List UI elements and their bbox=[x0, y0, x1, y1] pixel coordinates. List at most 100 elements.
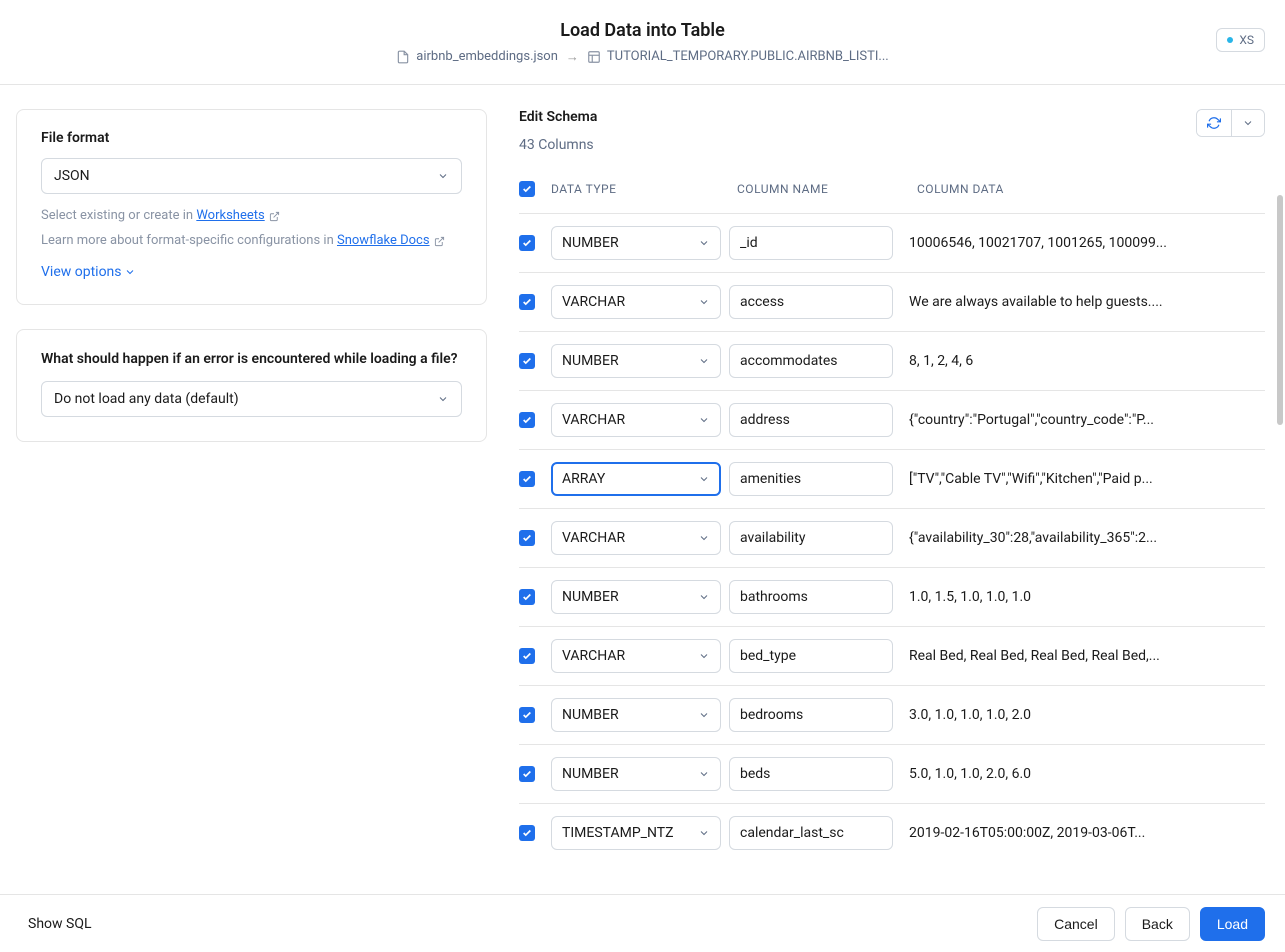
column-data-preview: {"country":"Portugal","country_code":"P.… bbox=[901, 412, 1265, 428]
breadcrumb-target: TUTORIAL_TEMPORARY.PUBLIC.AIRBNB_LISTI..… bbox=[587, 49, 889, 64]
chevron-down-icon bbox=[698, 296, 710, 308]
data-type-value: VARCHAR bbox=[562, 530, 625, 546]
dialog-header: Load Data into Table airbnb_embeddings.j… bbox=[0, 0, 1285, 85]
column-name-input[interactable]: calendar_last_sc bbox=[729, 816, 893, 850]
view-options-toggle[interactable]: View options bbox=[41, 264, 136, 280]
footer-buttons: Cancel Back Load bbox=[1037, 907, 1265, 941]
column-data-preview: We are always available to help guests..… bbox=[901, 294, 1265, 310]
main-content: File format JSON Select existing or crea… bbox=[0, 85, 1285, 894]
data-type-value: ARRAY bbox=[562, 471, 605, 487]
file-format-select[interactable]: JSON bbox=[41, 158, 462, 194]
column-data-preview: 5.0, 1.0, 1.0, 2.0, 6.0 bbox=[901, 766, 1265, 782]
file-format-title: File format bbox=[41, 130, 462, 146]
data-type-select[interactable]: NUMBER bbox=[551, 344, 721, 378]
error-option-value: Do not load any data (default) bbox=[54, 391, 239, 407]
edit-schema-title: Edit Schema bbox=[519, 109, 597, 125]
column-data-preview: {"availability_30":28,"availability_365"… bbox=[901, 530, 1265, 546]
column-name-input[interactable]: accommodates bbox=[729, 344, 893, 378]
row-checkbox[interactable] bbox=[519, 648, 535, 664]
schema-row: VARCHARbed_typeReal Bed, Real Bed, Real … bbox=[519, 626, 1265, 685]
row-checkbox[interactable] bbox=[519, 412, 535, 428]
check-icon bbox=[522, 710, 532, 720]
helper-docs: Learn more about format-specific configu… bbox=[41, 231, 462, 252]
data-type-value: VARCHAR bbox=[562, 412, 625, 428]
column-data-preview: ["TV","Cable TV","Wifi","Kitchen","Paid … bbox=[901, 471, 1265, 487]
column-data-preview: 1.0, 1.5, 1.0, 1.0, 1.0 bbox=[901, 589, 1265, 605]
refresh-icon bbox=[1207, 116, 1221, 130]
warehouse-badge[interactable]: XS bbox=[1216, 28, 1265, 52]
column-name-input[interactable]: amenities bbox=[729, 462, 893, 496]
column-name-input[interactable]: access bbox=[729, 285, 893, 319]
column-name-input[interactable]: availability bbox=[729, 521, 893, 555]
row-checkbox[interactable] bbox=[519, 530, 535, 546]
breadcrumb-target-label: TUTORIAL_TEMPORARY.PUBLIC.AIRBNB_LISTI..… bbox=[607, 49, 889, 64]
data-type-select[interactable]: VARCHAR bbox=[551, 639, 721, 673]
check-icon bbox=[522, 651, 532, 661]
data-type-select[interactable]: VARCHAR bbox=[551, 521, 721, 555]
row-checkbox[interactable] bbox=[519, 294, 535, 310]
external-link-icon bbox=[269, 211, 280, 222]
data-type-select[interactable]: ARRAY bbox=[551, 462, 721, 496]
data-type-select[interactable]: NUMBER bbox=[551, 698, 721, 732]
data-type-value: NUMBER bbox=[562, 766, 619, 782]
data-type-select[interactable]: NUMBER bbox=[551, 226, 721, 260]
column-data-preview: 8, 1, 2, 4, 6 bbox=[901, 353, 1265, 369]
more-actions-button[interactable] bbox=[1231, 110, 1264, 136]
data-type-select[interactable]: VARCHAR bbox=[551, 285, 721, 319]
snowflake-docs-link[interactable]: Snowflake Docs bbox=[337, 231, 430, 252]
schema-row: NUMBER beds 5.0, 1.0, 1.0, 2.0, 6.0 bbox=[519, 744, 1265, 803]
row-checkbox[interactable] bbox=[519, 766, 535, 782]
schema-actions bbox=[1196, 109, 1265, 137]
check-icon bbox=[522, 356, 532, 366]
show-sql-link[interactable]: Show SQL bbox=[28, 916, 92, 932]
load-button[interactable]: Load bbox=[1200, 907, 1265, 941]
data-type-select[interactable]: VARCHAR bbox=[551, 403, 721, 437]
data-type-select[interactable]: TIMESTAMP_NTZ bbox=[551, 816, 721, 850]
row-checkbox[interactable] bbox=[519, 589, 535, 605]
breadcrumb: airbnb_embeddings.json → TUTORIAL_TEMPOR… bbox=[396, 49, 888, 65]
data-type-select[interactable]: NUMBER bbox=[551, 757, 721, 791]
column-name-input[interactable]: bathrooms bbox=[729, 580, 893, 614]
select-all-checkbox[interactable] bbox=[519, 181, 535, 197]
scrollbar-thumb[interactable] bbox=[1277, 195, 1283, 425]
check-icon bbox=[522, 592, 532, 602]
column-count: 43 Columns bbox=[519, 137, 597, 153]
column-name-input[interactable]: _id bbox=[729, 226, 893, 260]
helper-worksheets: Select existing or create in Worksheets bbox=[41, 206, 462, 227]
chevron-down-icon bbox=[698, 827, 710, 839]
row-checkbox[interactable] bbox=[519, 353, 535, 369]
check-icon bbox=[522, 415, 532, 425]
back-button[interactable]: Back bbox=[1125, 907, 1190, 941]
schema-column-headers: DATA TYPE COLUMN NAME COLUMN DATA bbox=[519, 173, 1265, 213]
row-checkbox[interactable] bbox=[519, 707, 535, 723]
chevron-down-icon bbox=[698, 591, 710, 603]
data-type-value: NUMBER bbox=[562, 589, 619, 605]
chevron-down-icon bbox=[437, 170, 449, 182]
file-format-card: File format JSON Select existing or crea… bbox=[16, 109, 487, 305]
dialog-footer: Show SQL Cancel Back Load bbox=[0, 894, 1285, 952]
schema-row: NUMBERaccommodates 8, 1, 2, 4, 6 bbox=[519, 331, 1265, 390]
column-name-input[interactable]: bedrooms bbox=[729, 698, 893, 732]
schema-row: NUMBER_id10006546, 10021707, 1001265, 10… bbox=[519, 213, 1265, 272]
row-checkbox[interactable] bbox=[519, 235, 535, 251]
error-option-select[interactable]: Do not load any data (default) bbox=[41, 381, 462, 417]
row-checkbox[interactable] bbox=[519, 471, 535, 487]
schema-row: VARCHAR address {"country":"Portugal","cou… bbox=[519, 390, 1265, 449]
column-name-input[interactable]: beds bbox=[729, 757, 893, 791]
column-name-input[interactable]: bed_type bbox=[729, 639, 893, 673]
worksheets-link[interactable]: Worksheets bbox=[196, 206, 264, 227]
check-icon bbox=[522, 238, 532, 248]
cancel-button[interactable]: Cancel bbox=[1037, 907, 1115, 941]
file-icon bbox=[396, 50, 410, 64]
chevron-down-icon bbox=[698, 414, 710, 426]
refresh-button[interactable] bbox=[1197, 110, 1231, 136]
column-name-input[interactable]: address bbox=[729, 403, 893, 437]
schema-rows-container[interactable]: NUMBER_id10006546, 10021707, 1001265, 10… bbox=[519, 213, 1265, 894]
row-checkbox[interactable] bbox=[519, 825, 535, 841]
breadcrumb-source: airbnb_embeddings.json bbox=[396, 49, 558, 64]
chevron-down-icon bbox=[124, 266, 136, 278]
data-type-select[interactable]: NUMBER bbox=[551, 580, 721, 614]
file-format-value: JSON bbox=[54, 168, 90, 184]
right-panel: Edit Schema 43 Columns DATA TYPE COLUMN … bbox=[503, 85, 1285, 894]
header-data-type: DATA TYPE bbox=[551, 182, 729, 196]
